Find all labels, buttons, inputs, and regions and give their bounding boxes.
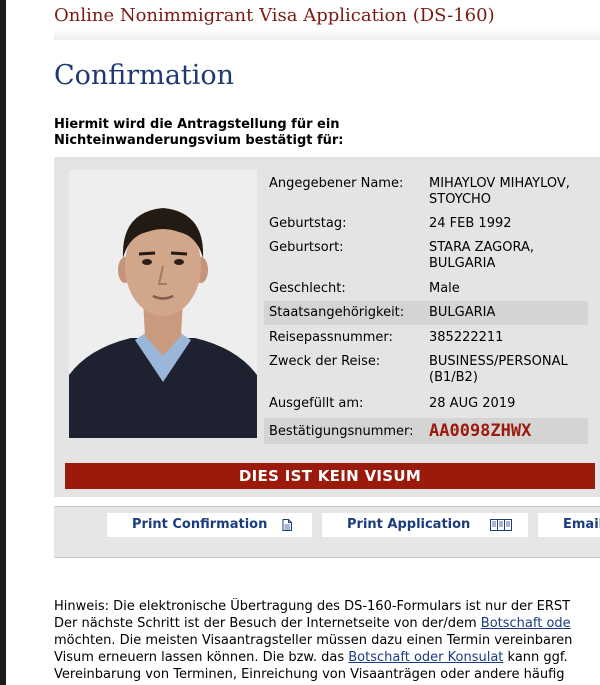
nationality-value: BULGARIA [429, 305, 496, 320]
birthplace-value-line-1: STARA ZAGORA, [429, 240, 535, 255]
row-purpose: Zweck der Reise: BUSINESS/PERSONAL (B1/B… [264, 354, 588, 386]
portrait-graphic [69, 170, 257, 438]
purpose-value: BUSINESS/PERSONAL (B1/B2) [429, 354, 568, 386]
gender-label: Geschlecht: [269, 281, 346, 296]
print-application-label: Print Application [347, 517, 471, 532]
row-gender: Geschlecht: Male [264, 281, 588, 297]
embassy-consulate-link[interactable]: Botschaft oder Konsulat [348, 650, 503, 665]
purpose-label: Zweck der Reise: [269, 354, 381, 369]
page-title: Confirmation [54, 60, 235, 91]
intro-line-2: Nichteinwanderungsvium bestätigt für: [54, 133, 344, 148]
passport-value: 385222211 [429, 330, 504, 345]
birthplace-value-line-2: BULGARIA [429, 256, 496, 271]
confirmation-label: Bestätigungsnummer: [269, 424, 414, 439]
notice-line-4-tail: kann ggf. [503, 650, 568, 665]
purpose-value-line-1: BUSINESS/PERSONAL [429, 354, 568, 369]
row-passport: Reisepassnummer: 385222211 [264, 330, 588, 346]
row-birthplace: Geburtsort: STARA ZAGORA, BULGARIA [264, 240, 588, 272]
name-value-line-1: MIHAYLOV MIHAYLOV, [429, 176, 570, 191]
notice-line-4-text: Visum erneuern lassen können. Die bzw. d… [54, 650, 349, 665]
email-label: Email [563, 517, 600, 532]
name-value-line-2: STOYCHO [429, 192, 492, 207]
pages-icon [490, 519, 512, 531]
notice-line-3: möchten. Die meisten Visaantragsteller m… [54, 633, 573, 648]
intro-line-1: Hiermit wird die Antragstellung für ein [54, 117, 340, 132]
row-nationality: Staatsangehörigkeit: BULGARIA [264, 301, 588, 325]
app-title: Online Nonimmigrant Visa Application (DS… [54, 5, 495, 26]
not-a-visa-banner: DIES IST KEIN VISUM [65, 463, 595, 489]
email-button[interactable]: Email [538, 513, 600, 537]
embassy-link[interactable]: Botschaft ode [481, 616, 571, 631]
row-completed: Ausgefüllt am: 28 AUG 2019 [264, 396, 588, 412]
print-confirmation-label: Print Confirmation [132, 517, 268, 532]
birthdate-value: 24 FEB 1992 [429, 216, 512, 231]
notice-line-2: Der nächste Schritt ist der Besuch der I… [54, 615, 600, 632]
document-icon [282, 519, 292, 531]
completed-value: 28 AUG 2019 [429, 396, 516, 411]
notice-line-5: Vereinbarung von Terminen, Einreichung v… [54, 667, 565, 682]
passport-label: Reisepassnummer: [269, 330, 393, 345]
confirmation-number: AA0098ZHWX [429, 421, 532, 441]
notice-text: Hinweis: Die elektronische Übertragung d… [54, 598, 600, 683]
intro-text: Hiermit wird die Antragstellung für ein … [54, 117, 344, 149]
notice-line-2-text: Der nächste Schritt ist der Besuch der I… [54, 616, 481, 631]
applicant-photo [69, 170, 257, 438]
row-confirmation: Bestätigungsnummer: AA0098ZHWX [264, 418, 588, 444]
gender-value: Male [429, 281, 460, 296]
print-application-button[interactable]: Print Application [322, 513, 528, 537]
birthdate-label: Geburtstag: [269, 216, 347, 231]
row-name: Angegebener Name: MIHAYLOV MIHAYLOV, STO… [264, 176, 588, 208]
name-label: Angegebener Name: [269, 176, 404, 191]
name-value: MIHAYLOV MIHAYLOV, STOYCHO [429, 176, 570, 208]
notice-line-4: Visum erneuern lassen können. Die bzw. d… [54, 649, 600, 666]
row-birthdate: Geburtstag: 24 FEB 1992 [264, 216, 588, 232]
print-confirmation-button[interactable]: Print Confirmation [107, 513, 312, 537]
birthplace-value: STARA ZAGORA, BULGARIA [429, 240, 534, 272]
notice-line-1: Hinweis: Die elektronische Übertragung d… [54, 599, 571, 614]
birthplace-label: Geburtsort: [269, 240, 344, 255]
nationality-label: Staatsangehörigkeit: [269, 305, 405, 320]
completed-label: Ausgefüllt am: [269, 396, 364, 411]
window-edge [0, 0, 6, 685]
purpose-value-line-2: (B1/B2) [429, 370, 478, 385]
